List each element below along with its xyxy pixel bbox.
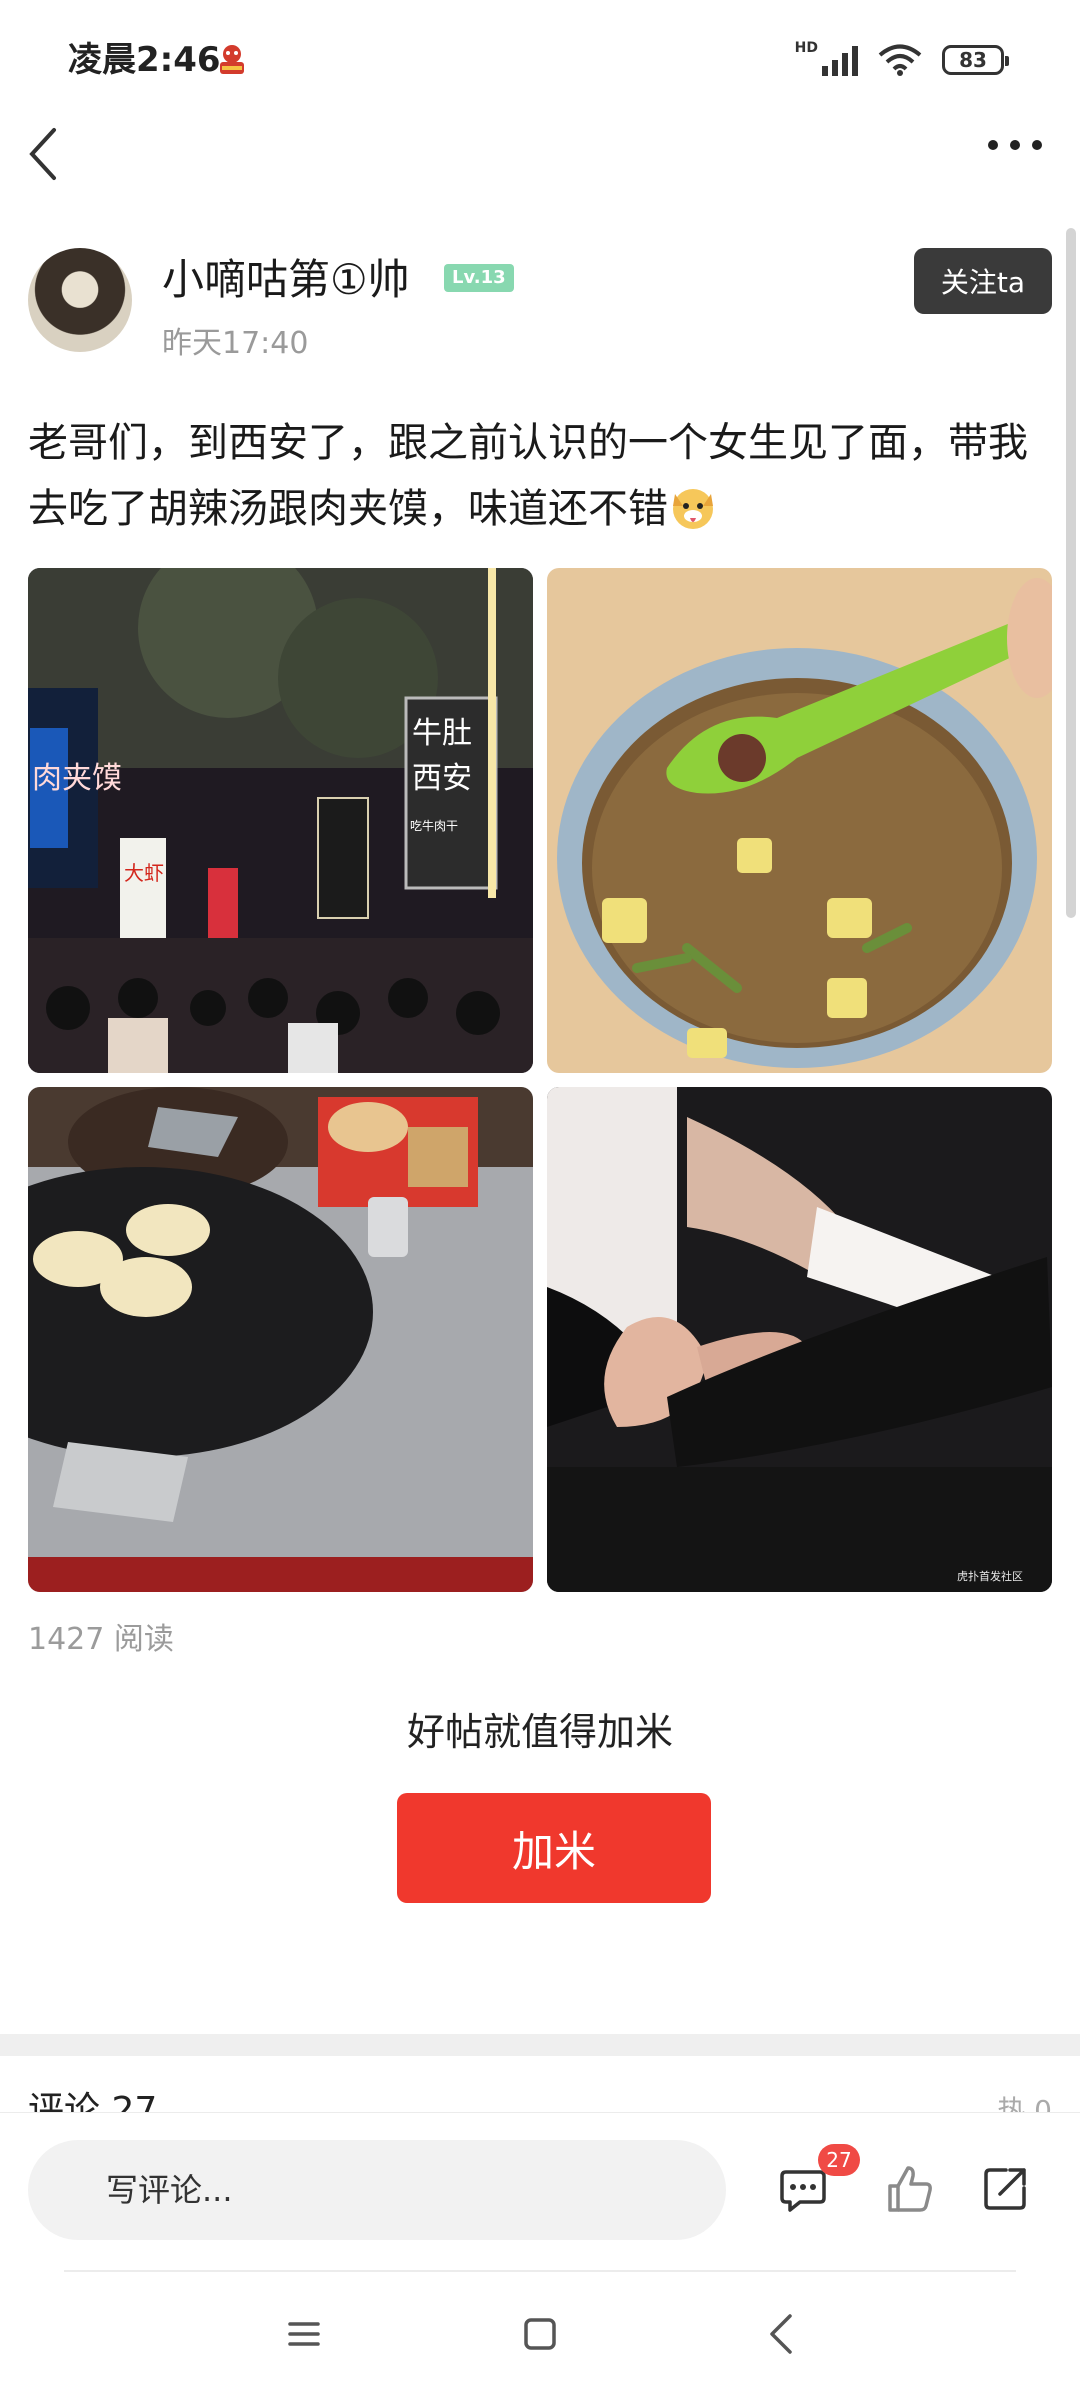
author-name[interactable]: 小嘀咕第①帅 <box>162 252 410 308</box>
battery-level: 83 <box>959 48 987 72</box>
sign-text-3: 牛肚 <box>412 717 472 750</box>
avatar[interactable] <box>28 248 132 352</box>
like-icon[interactable] <box>884 2164 934 2214</box>
battery-icon: 83 <box>942 45 1009 75</box>
post-text: 老哥们，到西安了，跟之前认识的一个女生见了面，带我去吃了胡辣汤跟肉夹馍，味道还不… <box>28 410 1058 542</box>
scrollbar[interactable] <box>1066 228 1076 918</box>
read-count: 1427 阅读 <box>28 1622 174 1657</box>
bottom-separator <box>64 2270 1016 2272</box>
more-options-icon[interactable] <box>988 140 1042 150</box>
status-notification-icon <box>212 40 252 80</box>
signal-icon <box>822 46 858 76</box>
sign-text-1: 肉夹馍 <box>32 762 122 795</box>
section-divider <box>0 2034 1080 2056</box>
system-back-icon[interactable] <box>766 2312 796 2356</box>
sign-text-2: 大虾 <box>124 862 164 885</box>
share-icon[interactable] <box>982 2164 1030 2212</box>
watermark-text: 虎扑首发社区 <box>957 1569 1023 1583</box>
wifi-icon <box>878 44 922 76</box>
sign-text-5: 吃牛肉干 <box>410 818 458 833</box>
home-icon[interactable] <box>522 2316 558 2352</box>
comment-count-badge: 27 <box>818 2144 860 2176</box>
status-icons: HD 83 <box>794 36 1009 84</box>
comments-title: 评论 27 <box>28 2090 158 2114</box>
sign-text-4: 西安 <box>412 762 472 795</box>
comments-sort[interactable]: 热 0 <box>997 2086 1052 2112</box>
status-time: 凌晨2:46 <box>68 40 221 80</box>
night-street-photo[interactable]: 肉夹馍 大虾 牛肚 西安 吃牛肉干 <box>28 568 533 1073</box>
comment-input[interactable]: 写评论... <box>28 2140 726 2240</box>
recent-apps-icon[interactable] <box>286 2316 322 2352</box>
dog-emoji-icon <box>668 482 718 532</box>
back-icon[interactable] <box>24 124 64 184</box>
flatbread-griddle-photo[interactable] <box>28 1087 533 1592</box>
hd-label: HD <box>794 40 818 56</box>
holding-hands-photo[interactable]: 虎扑首发社区 <box>547 1087 1052 1592</box>
comments-icon[interactable] <box>778 2164 828 2214</box>
post-text-content: 老哥们，到西安了，跟之前认识的一个女生见了面，带我去吃了胡辣汤跟肉夹馍，味道还不… <box>28 420 1028 532</box>
hot-soup-bowl-photo[interactable] <box>547 568 1052 1073</box>
follow-button[interactable]: 关注ta <box>914 248 1052 314</box>
tip-title: 好帖就值得加米 <box>406 1710 673 1754</box>
tip-button[interactable]: 加米 <box>397 1793 711 1903</box>
post-time: 昨天17:40 <box>162 326 309 361</box>
level-badge: Lv.13 <box>444 264 514 292</box>
